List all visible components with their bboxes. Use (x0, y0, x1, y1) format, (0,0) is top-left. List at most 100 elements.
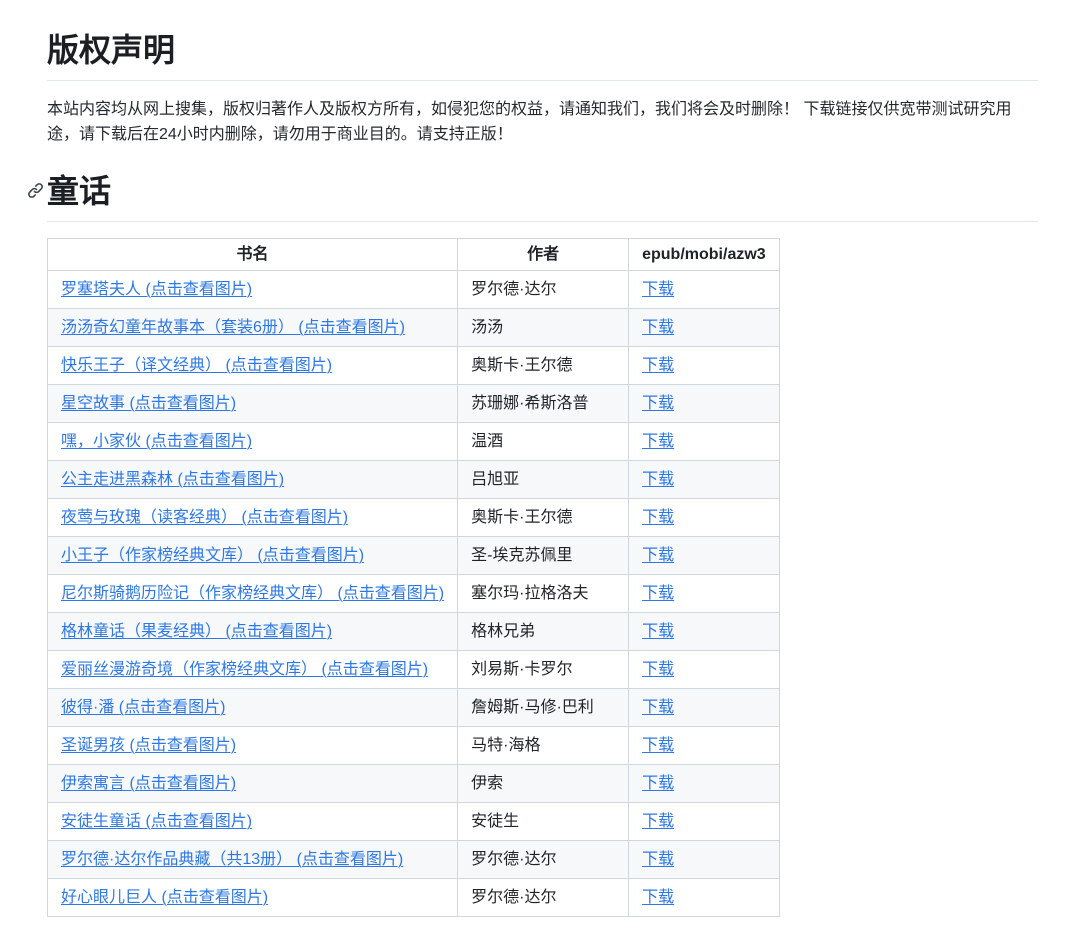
table-row: 小王子（作家榜经典文库） (点击查看图片) 圣-埃克苏佩里下载 (48, 537, 780, 575)
book-title-cell: 星空故事 (点击查看图片) (48, 385, 458, 423)
books-table: 书名 作者 epub/mobi/azw3 罗塞塔夫人 (点击查看图片) 罗尔德·达… (47, 238, 780, 917)
book-title-link[interactable]: 汤汤奇幻童年故事本（套装6册） (点击查看图片) (61, 319, 405, 336)
book-author: 伊索 (458, 765, 629, 803)
table-row: 伊索寓言 (点击查看图片) 伊索下载 (48, 765, 780, 803)
download-link[interactable]: 下载 (642, 775, 674, 792)
download-link[interactable]: 下载 (642, 547, 674, 564)
book-author: 罗尔德·达尔 (458, 879, 629, 917)
table-row: 公主走进黑森林 (点击查看图片) 吕旭亚下载 (48, 461, 780, 499)
book-title-link[interactable]: 公主走进黑森林 (点击查看图片) (61, 471, 284, 488)
download-link[interactable]: 下载 (642, 585, 674, 602)
download-cell: 下载 (629, 803, 780, 841)
download-link[interactable]: 下载 (642, 433, 674, 450)
book-title-link[interactable]: 彼得·潘 (点击查看图片) (61, 699, 225, 716)
download-cell: 下载 (629, 727, 780, 765)
download-link[interactable]: 下载 (642, 813, 674, 830)
book-title-link[interactable]: 罗塞塔夫人 (点击查看图片) (61, 281, 252, 298)
download-link[interactable]: 下载 (642, 281, 674, 298)
book-title-link[interactable]: 尼尔斯骑鹅历险记（作家榜经典文库） (点击查看图片) (61, 585, 444, 602)
table-row: 罗尔德·达尔作品典藏（共13册） (点击查看图片) 罗尔德·达尔下载 (48, 841, 780, 879)
book-title-link[interactable]: 圣诞男孩 (点击查看图片) (61, 737, 236, 754)
book-author: 奥斯卡·王尔德 (458, 499, 629, 537)
book-title-cell: 尼尔斯骑鹅历险记（作家榜经典文库） (点击查看图片) (48, 575, 458, 613)
download-link[interactable]: 下载 (642, 623, 674, 640)
book-title-cell: 彼得·潘 (点击查看图片) (48, 689, 458, 727)
download-cell: 下载 (629, 879, 780, 917)
table-row: 彼得·潘 (点击查看图片) 詹姆斯·马修·巴利下载 (48, 689, 780, 727)
download-cell: 下载 (629, 537, 780, 575)
books-table-body: 罗塞塔夫人 (点击查看图片)罗尔德·达尔下载汤汤奇幻童年故事本（套装6册） (点… (48, 271, 780, 917)
book-title-link[interactable]: 伊索寓言 (点击查看图片) (61, 775, 236, 792)
table-row: 尼尔斯骑鹅历险记（作家榜经典文库） (点击查看图片) 塞尔玛·拉格洛夫下载 (48, 575, 780, 613)
download-cell: 下载 (629, 575, 780, 613)
book-author: 安徒生 (458, 803, 629, 841)
book-author: 吕旭亚 (458, 461, 629, 499)
book-title-link[interactable]: 小王子（作家榜经典文库） (点击查看图片) (61, 547, 364, 564)
book-title-link[interactable]: 安徒生童话 (点击查看图片) (61, 813, 252, 830)
book-title-link[interactable]: 格林童话（果麦经典） (点击查看图片) (61, 623, 332, 640)
book-title-link[interactable]: 爱丽丝漫游奇境（作家榜经典文库） (点击查看图片) (61, 661, 428, 678)
book-title-cell: 罗塞塔夫人 (点击查看图片) (48, 271, 458, 309)
download-cell: 下载 (629, 613, 780, 651)
section-heading-text: 童话 (47, 173, 111, 209)
copyright-heading-text: 版权声明 (47, 32, 175, 68)
download-link[interactable]: 下载 (642, 851, 674, 868)
table-row: 夜莺与玫瑰（读客经典） (点击查看图片) 奥斯卡·王尔德下载 (48, 499, 780, 537)
column-header-book-title: 书名 (48, 239, 458, 271)
download-link[interactable]: 下载 (642, 661, 674, 678)
table-row: 圣诞男孩 (点击查看图片)马特·海格下载 (48, 727, 780, 765)
table-row: 好心眼儿巨人 (点击查看图片) 罗尔德·达尔下载 (48, 879, 780, 917)
table-row: 安徒生童话 (点击查看图片) 安徒生下载 (48, 803, 780, 841)
copyright-text: 本站内容均从网上搜集，版权归著作人及版权方所有，如侵犯您的权益，请通知我们，我们… (47, 97, 1038, 147)
download-cell: 下载 (629, 841, 780, 879)
download-link[interactable]: 下载 (642, 699, 674, 716)
download-cell: 下载 (629, 423, 780, 461)
column-header-author: 作者 (458, 239, 629, 271)
book-title-link[interactable]: 嘿，小家伙 (点击查看图片) (61, 433, 252, 450)
books-table-header: 书名 作者 epub/mobi/azw3 (48, 239, 780, 271)
book-title-link[interactable]: 好心眼儿巨人 (点击查看图片) (61, 889, 268, 906)
copyright-heading: 版权声明 (47, 30, 1038, 81)
table-row: 星空故事 (点击查看图片) 苏珊娜·希斯洛普下载 (48, 385, 780, 423)
book-title-cell: 格林童话（果麦经典） (点击查看图片) (48, 613, 458, 651)
book-author: 苏珊娜·希斯洛普 (458, 385, 629, 423)
download-cell: 下载 (629, 651, 780, 689)
book-title-cell: 安徒生童话 (点击查看图片) (48, 803, 458, 841)
download-link[interactable]: 下载 (642, 737, 674, 754)
book-title-link[interactable]: 快乐王子（译文经典） (点击查看图片) (61, 357, 332, 374)
download-link[interactable]: 下载 (642, 471, 674, 488)
book-title-cell: 小王子（作家榜经典文库） (点击查看图片) (48, 537, 458, 575)
table-row: 汤汤奇幻童年故事本（套装6册） (点击查看图片)汤汤下载 (48, 309, 780, 347)
section-heading-fairy-tales: 童话 (47, 171, 1038, 222)
download-cell: 下载 (629, 271, 780, 309)
book-title-cell: 好心眼儿巨人 (点击查看图片) (48, 879, 458, 917)
download-link[interactable]: 下载 (642, 509, 674, 526)
book-author: 奥斯卡·王尔德 (458, 347, 629, 385)
book-title-cell: 伊索寓言 (点击查看图片) (48, 765, 458, 803)
download-link[interactable]: 下载 (642, 395, 674, 412)
book-title-cell: 公主走进黑森林 (点击查看图片) (48, 461, 458, 499)
book-author: 詹姆斯·马修·巴利 (458, 689, 629, 727)
download-cell: 下载 (629, 347, 780, 385)
header-row: 书名 作者 epub/mobi/azw3 (48, 239, 780, 271)
book-author: 塞尔玛·拉格洛夫 (458, 575, 629, 613)
book-title-link[interactable]: 夜莺与玫瑰（读客经典） (点击查看图片) (61, 509, 348, 526)
book-title-cell: 圣诞男孩 (点击查看图片) (48, 727, 458, 765)
table-row: 嘿，小家伙 (点击查看图片)温酒下载 (48, 423, 780, 461)
column-header-format: epub/mobi/azw3 (629, 239, 780, 271)
book-author: 圣-埃克苏佩里 (458, 537, 629, 575)
table-row: 罗塞塔夫人 (点击查看图片) 罗尔德·达尔下载 (48, 271, 780, 309)
book-title-link[interactable]: 罗尔德·达尔作品典藏（共13册） (点击查看图片) (61, 851, 403, 868)
download-link[interactable]: 下载 (642, 319, 674, 336)
book-title-cell: 夜莺与玫瑰（读客经典） (点击查看图片) (48, 499, 458, 537)
book-title-cell: 爱丽丝漫游奇境（作家榜经典文库） (点击查看图片) (48, 651, 458, 689)
table-row: 爱丽丝漫游奇境（作家榜经典文库） (点击查看图片)刘易斯·卡罗尔下载 (48, 651, 780, 689)
book-author: 罗尔德·达尔 (458, 841, 629, 879)
book-author: 格林兄弟 (458, 613, 629, 651)
download-link[interactable]: 下载 (642, 357, 674, 374)
book-author: 罗尔德·达尔 (458, 271, 629, 309)
book-title-link[interactable]: 星空故事 (点击查看图片) (61, 395, 236, 412)
anchor-link-icon[interactable] (26, 181, 44, 199)
book-title-cell: 快乐王子（译文经典） (点击查看图片) (48, 347, 458, 385)
download-link[interactable]: 下载 (642, 889, 674, 906)
